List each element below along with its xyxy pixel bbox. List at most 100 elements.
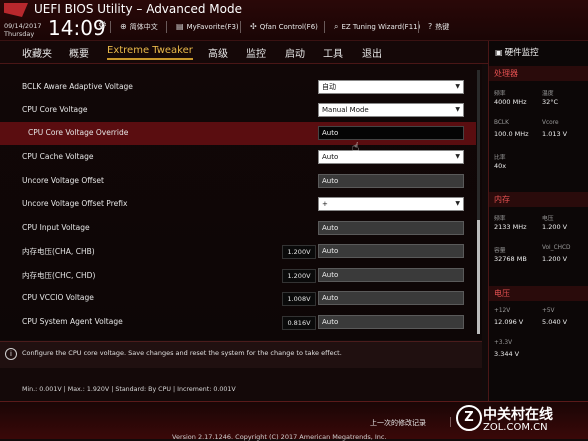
memory-frequency-value: 2133 MHz — [494, 223, 527, 231]
memory-voltage-label: 电压 — [542, 216, 554, 222]
cpu-vccio-voltage-input[interactable]: Auto — [318, 291, 464, 305]
setting-label: CPU Core Voltage — [22, 105, 88, 114]
monitor-section-cpu: 处理器 — [489, 66, 588, 81]
select-value: Manual Mode — [322, 106, 369, 114]
vcore-value: 1.013 V — [542, 130, 568, 138]
footer-divider — [450, 417, 451, 427]
cpu-system-agent-voltage-input[interactable]: Auto — [318, 315, 464, 329]
memory-capacity-label: 容量 — [494, 248, 506, 254]
last-modified-button[interactable]: 上一次的修改记录 — [370, 418, 426, 428]
uncore-voltage-offset-input[interactable]: Auto — [318, 174, 464, 188]
setting-row-cpu-system-agent-voltage[interactable]: CPU System Agent Voltage 0.816V Auto — [0, 311, 476, 334]
monitor-icon: ▣ — [495, 48, 503, 57]
setting-label: CPU Cache Voltage — [22, 152, 94, 161]
setting-row-cpu-vccio-voltage[interactable]: CPU VCCIO Voltage 1.008V Auto — [0, 287, 476, 310]
ez-tuning-wizard-label: EZ Tuning Wizard(F11) — [341, 23, 421, 31]
voltage-limits-text: Min.: 0.001V | Max.: 1.920V | Standard: … — [22, 386, 236, 393]
cpu-core-voltage-override-input[interactable]: Auto — [318, 126, 464, 140]
settings-scrollbar[interactable] — [477, 70, 480, 334]
setting-row-cpu-input-voltage[interactable]: CPU Input Voltage Auto — [0, 217, 476, 240]
current-voltage-readout: 0.816V — [282, 316, 316, 330]
language-button[interactable]: ⊕ 简体中文 — [112, 22, 158, 32]
tab-main[interactable]: 概要 — [69, 45, 89, 60]
myfavorite-label: MyFavorite(F3) — [186, 23, 239, 31]
footer-bar: 上一次的修改记录 Version 2.17.1246. Copyright (C… — [0, 401, 588, 441]
bclk-aware-adaptive-voltage-select[interactable]: 自动 ▼ — [318, 80, 464, 94]
cpu-temperature-label: 温度 — [542, 91, 554, 97]
section-label: 内存 — [494, 195, 510, 204]
setting-row-dram-voltage-cha-chb[interactable]: 内存电压(CHA, CHB) 1.200V Auto — [0, 240, 476, 263]
weekday-text: Thursday — [4, 30, 35, 38]
language-label: 简体中文 — [129, 23, 158, 31]
star-icon: ▤ — [176, 22, 184, 31]
tab-monitor[interactable]: 监控 — [246, 45, 266, 60]
bclk-label: BCLK — [494, 120, 509, 126]
section-label: 电压 — [494, 289, 510, 298]
voltage-12v-label: +12V — [494, 308, 511, 314]
current-voltage-readout: 1.008V — [282, 292, 316, 306]
voltage-limits-bar: Min.: 0.001V | Max.: 1.920V | Standard: … — [0, 368, 482, 400]
zol-watermark-url: ZOL.COM.CN — [483, 422, 548, 433]
setting-row-uncore-voltage-offset[interactable]: Uncore Voltage Offset Auto — [0, 170, 476, 193]
uncore-voltage-offset-prefix-select[interactable]: + ▼ — [318, 197, 464, 211]
myfavorite-button[interactable]: ▤ MyFavorite(F3) — [168, 22, 239, 31]
qfan-control-button[interactable]: ✣ Qfan Control(F6) — [242, 22, 318, 31]
hardware-monitor-label: 硬件监控 — [504, 48, 539, 58]
section-label: 处理器 — [494, 69, 518, 78]
bclk-value: 100.0 MHz — [494, 130, 529, 138]
dropdown-arrow-icon: ▼ — [455, 200, 460, 207]
tab-tool[interactable]: 工具 — [323, 45, 343, 60]
header-divider — [240, 21, 241, 33]
dram-voltage-cha-chb-input[interactable]: Auto — [318, 244, 464, 258]
ratio-label: 比率 — [494, 155, 506, 161]
tab-extreme-tweaker[interactable]: Extreme Tweaker — [107, 45, 193, 60]
dram-voltage-chc-chd-input[interactable]: Auto — [318, 268, 464, 282]
setting-label: CPU VCCIO Voltage — [22, 293, 94, 302]
vol-chcd-label: Vol_CHCD — [542, 245, 571, 251]
cpu-core-voltage-select[interactable]: Manual Mode ▼ — [318, 103, 464, 117]
tab-exit[interactable]: 退出 — [362, 45, 382, 60]
settings-panel: BCLK Aware Adaptive Voltage 自动 ▼ CPU Cor… — [0, 64, 482, 340]
setting-row-cpu-core-voltage-override[interactable]: CPU Core Voltage Override Auto — [0, 122, 476, 145]
hardware-monitor-title: ▣ 硬件监控 — [495, 46, 539, 58]
date-display: 09/14/2017 Thursday — [4, 22, 41, 38]
setting-label: CPU Input Voltage — [22, 223, 90, 232]
hotkeys-button[interactable]: ? 热键 — [420, 22, 449, 32]
voltage-5v-value: 5.040 V — [542, 318, 568, 326]
help-bar: i Configure the CPU core voltage. Save c… — [0, 341, 482, 368]
header-divider — [110, 21, 111, 33]
setting-row-cpu-core-voltage[interactable]: CPU Core Voltage Manual Mode ▼ — [0, 99, 476, 122]
dropdown-arrow-icon: ▼ — [455, 153, 460, 160]
date-text: 09/14/2017 — [4, 22, 42, 30]
hardware-monitor-panel: ▣ 硬件监控 处理器 频率 4000 MHz 温度 32°C BCLK 100.0… — [488, 41, 588, 401]
setting-row-bclk-aware-adaptive-voltage[interactable]: BCLK Aware Adaptive Voltage 自动 ▼ — [0, 76, 476, 99]
select-value: Auto — [322, 153, 339, 161]
setting-label: 内存电压(CHC, CHD) — [22, 271, 96, 280]
vol-chcd-value: 1.200 V — [542, 255, 568, 263]
cpu-temperature-value: 32°C — [542, 98, 559, 106]
clock-settings-gear-icon[interactable]: ⚙ — [98, 20, 107, 31]
tab-favorites[interactable]: 收藏夹 — [22, 45, 52, 60]
voltage-5v-label: +5V — [542, 308, 555, 314]
monitor-section-voltage: 电压 — [489, 286, 588, 301]
setting-row-uncore-voltage-offset-prefix[interactable]: Uncore Voltage Offset Prefix + ▼ — [0, 193, 476, 216]
setting-label: BCLK Aware Adaptive Voltage — [22, 82, 133, 91]
cpu-cache-voltage-select[interactable]: Auto ▼ — [318, 150, 464, 164]
dropdown-arrow-icon: ▼ — [455, 83, 460, 90]
setting-row-dram-voltage-chc-chd[interactable]: 内存电压(CHC, CHD) 1.200V Auto — [0, 264, 476, 287]
help-description: Configure the CPU core voltage. Save cha… — [22, 349, 342, 357]
cpu-input-voltage-input[interactable]: Auto — [318, 221, 464, 235]
qfan-control-label: Qfan Control(F6) — [259, 23, 318, 31]
select-value: + — [322, 200, 328, 208]
setting-row-cpu-cache-voltage[interactable]: CPU Cache Voltage Auto ▼ — [0, 146, 476, 169]
tab-advanced[interactable]: 高级 — [208, 45, 228, 60]
tab-boot[interactable]: 启动 — [285, 45, 305, 60]
wizard-icon: ⌕ — [334, 22, 339, 31]
scrollbar-thumb[interactable] — [477, 220, 480, 334]
hotkeys-label: 热键 — [435, 23, 450, 31]
fan-icon: ✣ — [250, 22, 257, 31]
ez-tuning-wizard-button[interactable]: ⌕ EZ Tuning Wizard(F11) — [326, 22, 420, 32]
main-menu-bar: 收藏夹 概要 Extreme Tweaker 高级 监控 启动 工具 退出 — [0, 41, 488, 64]
select-value: 自动 — [322, 83, 336, 91]
cpu-frequency-value: 4000 MHz — [494, 98, 527, 106]
